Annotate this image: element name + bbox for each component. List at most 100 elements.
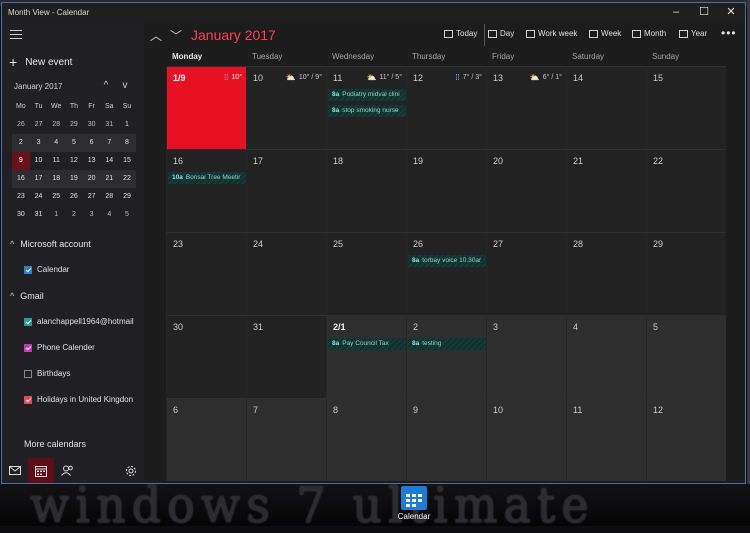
day-cell[interactable]: 13 ⛅ 6° / 1°	[486, 66, 566, 149]
day-cell[interactable]: 24	[246, 232, 326, 315]
mini-day[interactable]: 3	[83, 206, 101, 224]
more-calendars-link[interactable]: More calendars	[24, 439, 86, 449]
day-cell[interactable]: 22	[646, 149, 726, 232]
month-view-button[interactable]: Month	[632, 29, 666, 38]
day-cell[interactable]: 6	[166, 398, 246, 481]
mini-day[interactable]: 14	[100, 152, 118, 170]
mini-day[interactable]: 11	[47, 152, 65, 170]
previous-month-icon[interactable]: ︿	[150, 27, 162, 44]
more-options-icon[interactable]: •••	[721, 26, 737, 40]
mini-day[interactable]: 15	[118, 152, 136, 170]
mini-day[interactable]: 27	[83, 188, 101, 206]
taskbar-calendar-app[interactable]: Calendar	[396, 486, 432, 522]
mini-day[interactable]: 25	[47, 188, 65, 206]
day-cell[interactable]: 7	[246, 398, 326, 481]
calendar-toggle-birthdays[interactable]: Birthdays	[24, 369, 70, 378]
event-stop-smoking[interactable]: 8a stop smoking nurse	[328, 105, 406, 117]
mini-day[interactable]: 2	[65, 206, 83, 224]
mini-day[interactable]: 9	[12, 152, 30, 170]
day-cell[interactable]: 21	[566, 149, 646, 232]
mail-icon[interactable]	[2, 458, 28, 483]
mini-day[interactable]: 4	[47, 134, 66, 152]
day-cell[interactable]: 17	[246, 149, 326, 232]
settings-icon[interactable]	[118, 458, 144, 483]
calendar-toggle-calendar[interactable]: Calendar	[24, 265, 69, 274]
close-button[interactable]: ✕	[717, 5, 745, 20]
month-title[interactable]: January 2017	[191, 27, 276, 43]
day-cell[interactable]: 19	[406, 149, 486, 232]
day-cell[interactable]: 29	[646, 232, 726, 315]
event-podiatry[interactable]: 8a Podiatry midval clini	[328, 89, 406, 101]
mini-day[interactable]: 28	[100, 188, 118, 206]
mini-day[interactable]: 19	[65, 170, 83, 188]
day-cell[interactable]: 20	[486, 149, 566, 232]
day-cell[interactable]: 10 ⛅ 10° / 9°	[246, 66, 326, 149]
mini-day[interactable]: 5	[65, 134, 83, 152]
work-week-view-button[interactable]: Work week	[526, 29, 577, 38]
year-view-button[interactable]: Year	[679, 29, 707, 38]
mini-day[interactable]: 30	[83, 116, 101, 134]
day-cell[interactable]: 25	[326, 232, 406, 315]
account-gmail[interactable]: ^ Gmail	[10, 291, 44, 301]
mini-day[interactable]: 31	[100, 116, 118, 134]
day-cell[interactable]: 28	[566, 232, 646, 315]
week-view-button[interactable]: Week	[589, 29, 621, 38]
day-cell[interactable]: 10	[486, 398, 566, 481]
mini-day[interactable]: 7	[100, 134, 119, 152]
day-cell[interactable]: 12	[646, 398, 726, 481]
mini-day[interactable]: 10	[30, 152, 48, 170]
day-cell[interactable]: 27	[486, 232, 566, 315]
mini-day[interactable]: 17	[29, 170, 48, 188]
day-cell[interactable]: 9	[406, 398, 486, 481]
next-month-icon[interactable]: ﹀	[170, 27, 182, 44]
calendar-icon[interactable]	[28, 458, 54, 483]
day-cell[interactable]: 31	[246, 315, 326, 398]
mini-day[interactable]: 29	[118, 188, 136, 206]
mini-next-month-icon[interactable]: v	[119, 80, 131, 91]
mini-day[interactable]: 16	[12, 170, 30, 188]
day-cell-today[interactable]: 1/9 ⁞⁞ 10°	[166, 66, 246, 149]
mini-day[interactable]: 23	[12, 188, 30, 206]
mini-day[interactable]: 1	[118, 116, 136, 134]
day-cell[interactable]: 11 ⛅ 11° / 5° 8a Podiatry midval clini 8a s…	[326, 66, 406, 149]
mini-day[interactable]: 26	[12, 116, 30, 134]
calendar-toggle-phone[interactable]: Phone Calender	[24, 343, 95, 352]
mini-day[interactable]: 5	[118, 206, 136, 224]
mini-day[interactable]: 30	[12, 206, 30, 224]
checkbox-icon[interactable]	[24, 369, 32, 378]
day-cell[interactable]: 15	[646, 66, 726, 149]
people-icon[interactable]	[54, 458, 80, 483]
day-cell[interactable]: 26 8a torbay voice 10.30ar	[406, 232, 486, 315]
today-button[interactable]: Today	[444, 29, 477, 38]
calendar-toggle-hotmail[interactable]: alanchappell1964@hotmail	[24, 317, 134, 326]
event-pay-council-tax[interactable]: 8a Pay Council Tax	[328, 338, 406, 350]
checkbox-icon[interactable]	[24, 317, 32, 326]
day-cell[interactable]: 14	[566, 66, 646, 149]
event-testing[interactable]: 8a testing	[408, 338, 486, 350]
day-cell[interactable]: 18	[326, 149, 406, 232]
mini-day[interactable]: 29	[65, 116, 83, 134]
checkbox-icon[interactable]	[24, 395, 32, 404]
checkbox-icon[interactable]	[24, 343, 32, 352]
day-cell[interactable]: 11	[566, 398, 646, 481]
new-event-button[interactable]: + New event	[9, 54, 72, 70]
mini-day[interactable]: 6	[82, 134, 101, 152]
day-cell[interactable]: 8	[326, 398, 406, 481]
day-cell[interactable]: 12 ⁞⁞ 7° / 3°	[406, 66, 486, 149]
mini-day[interactable]: 31	[30, 206, 48, 224]
account-microsoft[interactable]: ^ Microsoft account	[10, 239, 91, 249]
mini-day[interactable]: 1	[47, 206, 65, 224]
day-cell[interactable]: 30	[166, 315, 246, 398]
title-bar[interactable]: Month View - Calendar – ☐ ✕	[2, 3, 745, 22]
calendar-toggle-holidays[interactable]: Holidays in United Kingdon	[24, 395, 133, 404]
mini-day[interactable]: 21	[100, 170, 119, 188]
day-cell[interactable]: 2 8a testing	[406, 315, 486, 398]
day-cell[interactable]: 4	[566, 315, 646, 398]
maximize-button[interactable]: ☐	[690, 5, 718, 20]
mini-day[interactable]: 18	[47, 170, 66, 188]
mini-day[interactable]: 28	[47, 116, 65, 134]
mini-day[interactable]: 20	[82, 170, 101, 188]
event-torbay-voice[interactable]: 8a torbay voice 10.30ar	[408, 255, 486, 267]
day-cell[interactable]: 2/1 8a Pay Council Tax	[326, 315, 406, 398]
mini-day[interactable]: 27	[30, 116, 48, 134]
